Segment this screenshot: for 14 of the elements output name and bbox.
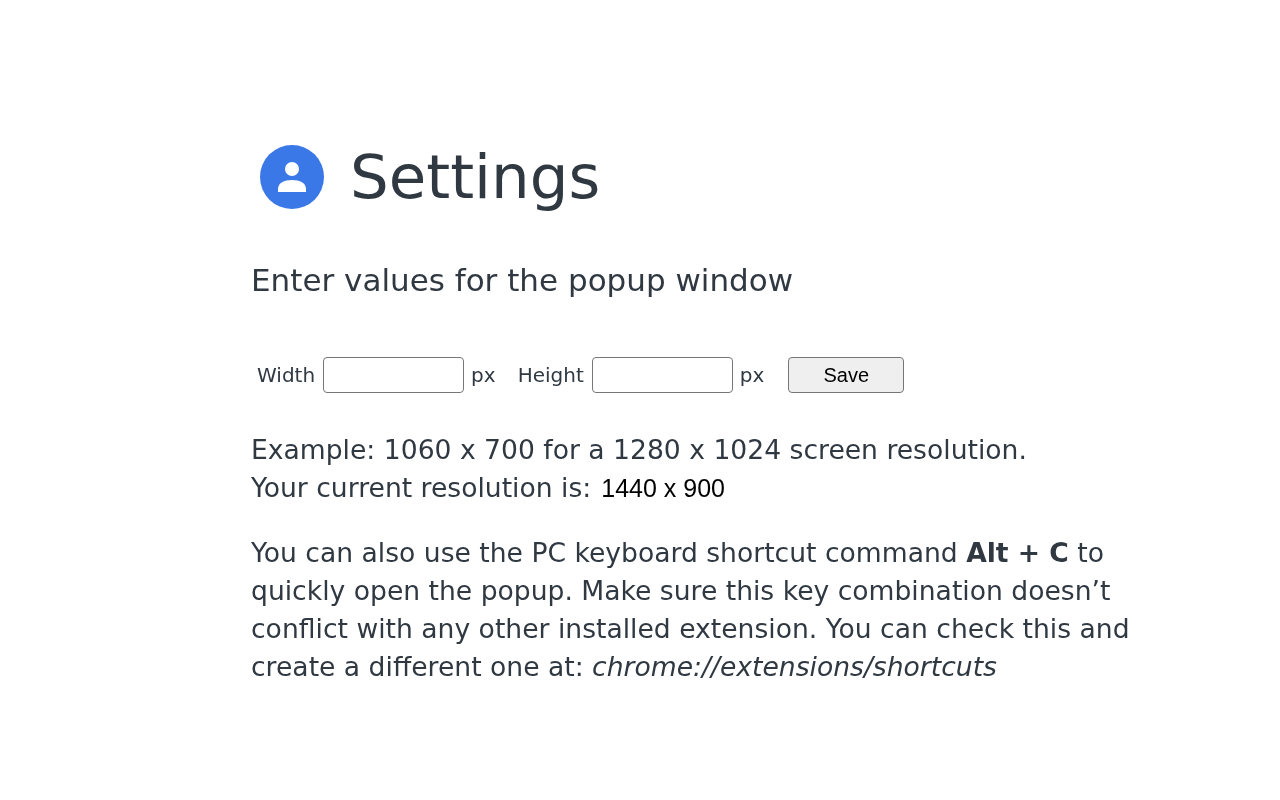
input-field[interactable] (323, 357, 465, 393)
shortcut-note: You can also use the PC keyboard shortcut command Alt + C to quickly open the popup. Make sure this key combination doesn’t conflict with any other installed extension. You can check this and create a different one at: chrome://extensions/shortcuts (251, 536, 1131, 684)
page-title: Settings (350, 140, 601, 214)
field-label: Width (257, 362, 316, 389)
subtitle: Enter values for the popup window (251, 261, 794, 300)
input-field[interactable] (591, 357, 733, 393)
resolution-value: 1440 x 900 (601, 473, 725, 504)
field-label: Height (517, 362, 584, 389)
example-text: Example: 1060 x 700 for a 1280 x 1024 screen resolution. (251, 433, 1027, 467)
unit-label: px (471, 362, 496, 389)
resolution-label: Your current resolution is: (251, 471, 592, 505)
unit-label: px (739, 362, 765, 389)
user-avatar-icon (260, 145, 324, 209)
save-button[interactable]: Save (788, 357, 905, 393)
